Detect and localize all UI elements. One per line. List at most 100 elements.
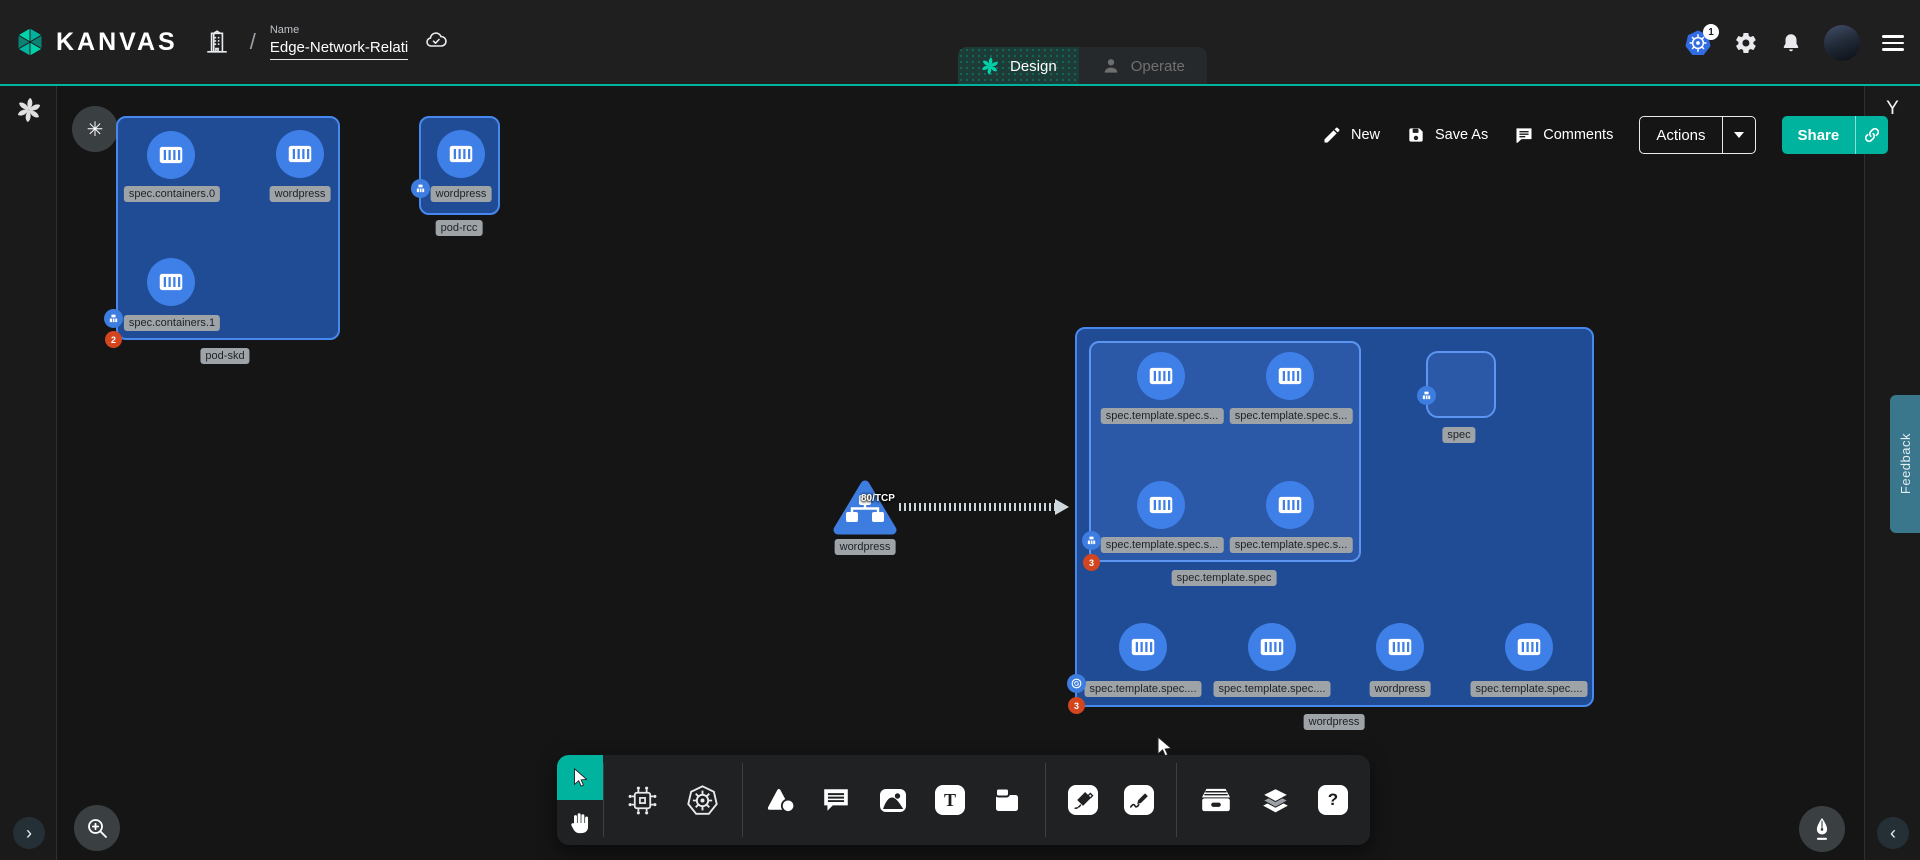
edge-draw-tool-button[interactable] bbox=[1068, 785, 1098, 815]
container-icon bbox=[285, 139, 315, 169]
caret-down-icon bbox=[1734, 132, 1744, 138]
settings-gear-icon[interactable] bbox=[1734, 31, 1758, 55]
mouse-cursor-icon bbox=[1152, 735, 1176, 759]
node-label: spec.template.spec.s... bbox=[1101, 537, 1224, 553]
node-label: spec.template.spec.... bbox=[1085, 681, 1202, 697]
group-pod-rcc[interactable]: wordpress bbox=[419, 116, 500, 215]
node-label: wordpress bbox=[431, 186, 492, 202]
container-icon bbox=[1385, 632, 1415, 662]
tab-design[interactable]: Design bbox=[958, 47, 1079, 84]
group-pod-skd[interactable]: spec.containers.0 wordpress spec.contain… bbox=[116, 116, 340, 340]
share-button[interactable]: Share bbox=[1782, 116, 1856, 154]
link-icon bbox=[1862, 125, 1882, 145]
container-node[interactable] bbox=[147, 258, 195, 306]
container-node[interactable] bbox=[1376, 623, 1424, 671]
freehand-draw-tool-button[interactable] bbox=[1124, 785, 1154, 815]
text-tool-button[interactable]: T bbox=[935, 785, 965, 815]
pod-kind-icon bbox=[1417, 386, 1436, 405]
tab-operate[interactable]: Operate bbox=[1079, 47, 1207, 84]
actions-dropdown-button[interactable] bbox=[1723, 117, 1755, 153]
pan-tool-button[interactable] bbox=[557, 800, 603, 845]
container-icon bbox=[1275, 361, 1305, 391]
operate-person-icon bbox=[1101, 56, 1121, 76]
hand-icon bbox=[568, 811, 592, 835]
design-spiral-icon bbox=[980, 56, 1000, 76]
container-node[interactable] bbox=[1137, 352, 1185, 400]
service-node[interactable] bbox=[833, 478, 897, 536]
node-label: spec.template.spec.... bbox=[1471, 681, 1588, 697]
node-label: spec.containers.0 bbox=[124, 186, 220, 202]
select-tool-button[interactable] bbox=[557, 755, 603, 800]
cluster-node[interactable]: ✳ bbox=[72, 106, 118, 152]
context-count-badge: 1 bbox=[1703, 24, 1719, 40]
layers-tool-button[interactable] bbox=[1259, 785, 1292, 816]
container-node[interactable] bbox=[1248, 623, 1296, 671]
image-icon bbox=[877, 785, 909, 815]
canvas-workspace[interactable]: › Y ‹ New Save As Comments Actions Share bbox=[0, 86, 1920, 860]
feedback-tab[interactable]: Feedback bbox=[1890, 395, 1920, 533]
expand-left-panel-button[interactable]: › bbox=[13, 817, 45, 849]
share-split-button: Share bbox=[1782, 116, 1889, 154]
pencil-icon bbox=[1322, 125, 1342, 145]
container-icon bbox=[1146, 361, 1176, 391]
expand-right-panel-button[interactable]: ‹ bbox=[1877, 817, 1909, 849]
node-label: spec.template.spec.s... bbox=[1230, 537, 1353, 553]
pod-kind-icon bbox=[1082, 531, 1101, 550]
spec-node[interactable] bbox=[1426, 351, 1496, 418]
group-wordpress-deployment[interactable]: spec.template.spec.s... spec.template.sp… bbox=[1075, 327, 1594, 707]
container-node[interactable] bbox=[276, 130, 324, 178]
container-node[interactable] bbox=[1266, 352, 1314, 400]
container-icon bbox=[1275, 490, 1305, 520]
kubernetes-context-icon[interactable]: 1 bbox=[1684, 29, 1712, 57]
comments-button[interactable]: Comments bbox=[1514, 125, 1613, 145]
help-tool-button[interactable]: ? bbox=[1318, 785, 1348, 815]
comment-tool-button[interactable] bbox=[821, 786, 851, 814]
copy-link-button[interactable] bbox=[1856, 116, 1888, 154]
design-name-input[interactable] bbox=[270, 38, 408, 60]
new-design-button[interactable]: New bbox=[1322, 125, 1380, 145]
notifications-bell-icon[interactable] bbox=[1780, 32, 1802, 54]
actions-button[interactable]: Actions bbox=[1640, 117, 1721, 153]
design-name-block: Name bbox=[270, 24, 408, 60]
pod-kind-icon bbox=[104, 309, 123, 328]
pod-kind-icon bbox=[411, 179, 430, 198]
container-icon bbox=[156, 267, 186, 297]
container-node[interactable] bbox=[147, 131, 195, 179]
kanvas-logo-icon bbox=[14, 26, 46, 58]
archive-tool-button[interactable] bbox=[1199, 785, 1233, 815]
node-label: spec.template.spec.s... bbox=[1101, 408, 1224, 424]
app-header: KANVAS / Name Design Operate 1 bbox=[0, 0, 1920, 86]
left-rail: › bbox=[0, 86, 57, 860]
container-icon bbox=[1514, 632, 1544, 662]
network-edge[interactable] bbox=[899, 503, 1055, 511]
container-node[interactable] bbox=[437, 130, 485, 178]
pencil-scribble-icon bbox=[1124, 785, 1154, 815]
note-tool-button[interactable] bbox=[991, 785, 1023, 815]
container-icon bbox=[156, 140, 186, 170]
text-tool-icon: T bbox=[935, 785, 965, 815]
shapes-tool-button[interactable] bbox=[765, 786, 795, 814]
drawing-mode-button[interactable] bbox=[1799, 806, 1845, 852]
cpu-chip-icon bbox=[626, 784, 659, 817]
zoom-in-icon bbox=[85, 816, 109, 840]
group-label: wordpress bbox=[1304, 714, 1365, 730]
image-tool-button[interactable] bbox=[877, 785, 909, 815]
container-icon bbox=[1146, 490, 1176, 520]
user-avatar[interactable] bbox=[1824, 25, 1860, 61]
container-node[interactable] bbox=[1137, 481, 1185, 529]
components-tool-button[interactable] bbox=[626, 784, 659, 817]
organization-icon[interactable] bbox=[204, 29, 230, 55]
hamburger-menu-icon[interactable] bbox=[1882, 35, 1904, 51]
kubernetes-helm-icon bbox=[685, 783, 720, 818]
group-spec-template-spec[interactable]: spec.template.spec.s... spec.template.sp… bbox=[1089, 341, 1361, 562]
floppy-icon bbox=[1406, 125, 1426, 145]
container-node[interactable] bbox=[1505, 623, 1553, 671]
container-node[interactable] bbox=[1266, 481, 1314, 529]
save-as-button[interactable]: Save As bbox=[1406, 125, 1488, 145]
gear-flower-icon: ✳ bbox=[87, 117, 104, 142]
sticky-note-icon bbox=[991, 785, 1023, 815]
zoom-button[interactable] bbox=[74, 805, 120, 851]
deployment-kind-icon bbox=[1067, 674, 1086, 693]
container-node[interactable] bbox=[1119, 623, 1167, 671]
kubernetes-tool-button[interactable] bbox=[685, 783, 720, 818]
